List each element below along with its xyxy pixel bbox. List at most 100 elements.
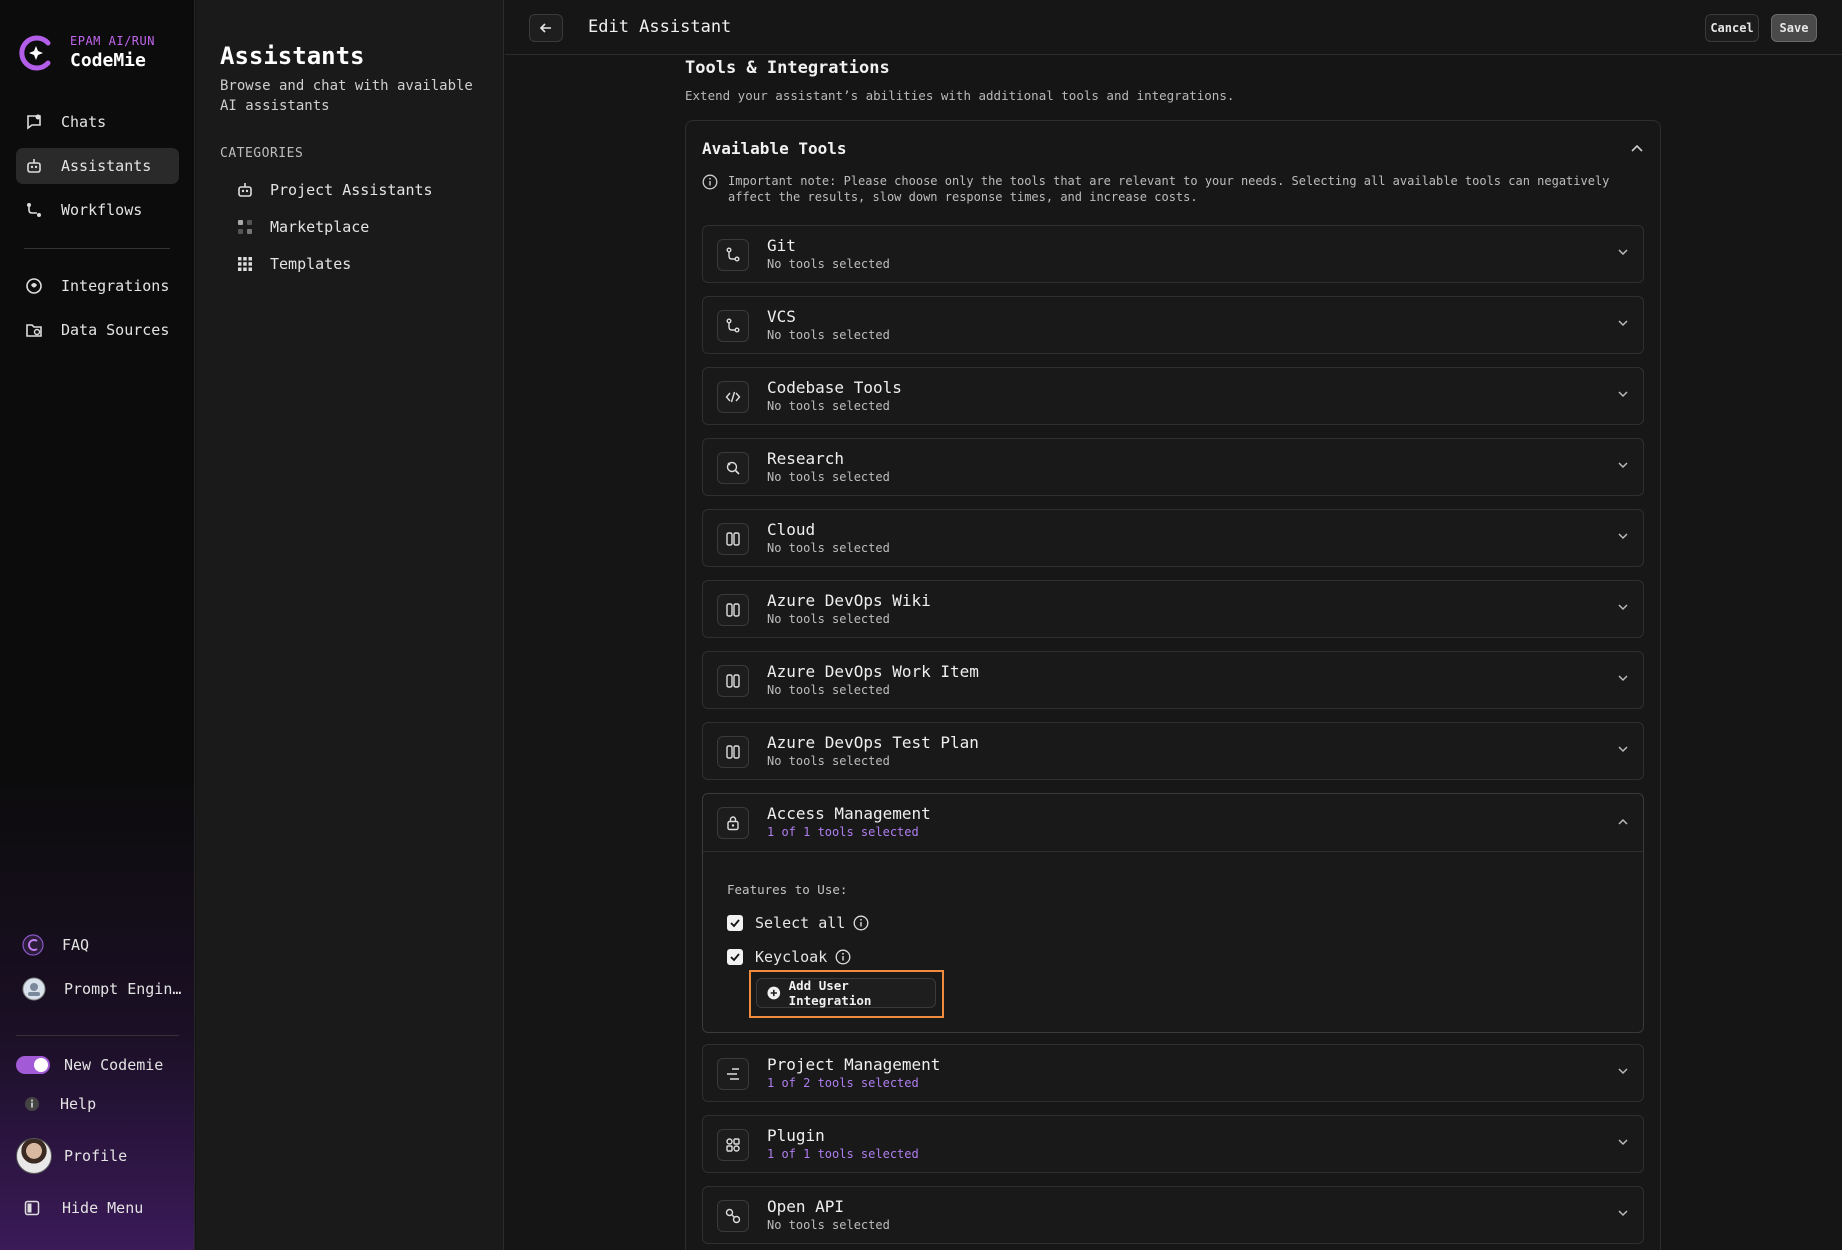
note-text: Important note: Please choose only the t… [728, 174, 1610, 204]
tool-row-plugin[interactable]: Plugin 1 of 1 tools selected [702, 1115, 1644, 1173]
nav-integrations-label: Integrations [61, 277, 170, 295]
hide-menu-label: Hide Menu [62, 1199, 144, 1217]
tool-row-vcs[interactable]: VCS No tools selected [702, 296, 1644, 354]
nav-data-sources[interactable]: Data Sources [16, 312, 179, 348]
columns-icon [717, 523, 749, 555]
tool-row-research[interactable]: Research No tools selected [702, 438, 1644, 496]
select-all-row[interactable]: Select all [727, 914, 869, 932]
info-icon[interactable] [853, 915, 869, 931]
tool-row-cloud[interactable]: Cloud No tools selected [702, 509, 1644, 567]
nav-workflows[interactable]: Workflows [16, 192, 179, 228]
tool-row-codebase-tools[interactable]: Codebase Tools No tools selected [702, 367, 1644, 425]
git-branch-icon [717, 310, 749, 342]
tool-status: 1 of 1 tools selected [767, 825, 919, 839]
chevron-down-icon [1618, 320, 1628, 327]
nav-prompt-label: Prompt Engin… [64, 980, 182, 998]
hide-menu-button[interactable]: Hide Menu [16, 1190, 179, 1226]
category-marketplace[interactable]: Marketplace [236, 218, 369, 236]
tool-name: VCS [767, 307, 796, 326]
page-title: Edit Assistant [588, 17, 732, 37]
api-icon [717, 1200, 749, 1232]
info-icon[interactable] [835, 949, 851, 965]
save-button[interactable]: Save [1771, 14, 1817, 42]
categories-heading: CATEGORIES [220, 146, 304, 161]
new-codemie-toggle-row[interactable]: New Codemie [16, 1047, 179, 1083]
plugin-icon [717, 1129, 749, 1161]
category-project-assistants[interactable]: Project Assistants [236, 181, 433, 199]
grid-icon [236, 255, 254, 273]
new-codemie-toggle[interactable] [16, 1056, 50, 1074]
tool-row-git[interactable]: Git No tools selected [702, 225, 1644, 283]
nav-assistants[interactable]: Assistants [16, 148, 179, 184]
category-label: Templates [270, 255, 352, 273]
chevron-down-icon [1618, 1068, 1628, 1075]
nav-faq[interactable]: FAQ [20, 927, 183, 963]
tool-row-open-api[interactable]: Open API No tools selected [702, 1186, 1644, 1244]
nav-workflows-label: Workflows [61, 201, 143, 219]
tool-name: Plugin [767, 1126, 825, 1145]
tool-panel-access-management: Access Management 1 of 1 tools selected … [702, 793, 1644, 1033]
git-branch-icon [717, 239, 749, 271]
tool-name: Project Management [767, 1055, 941, 1074]
select-all-checkbox[interactable] [727, 915, 743, 931]
sidebar-toggle-icon [24, 1200, 40, 1216]
access-management-header[interactable]: Access Management 1 of 1 tools selected [703, 794, 1643, 852]
cancel-button[interactable]: Cancel [1705, 14, 1759, 42]
chevron-down-icon [1618, 249, 1628, 256]
nav-help-label: Help [60, 1095, 97, 1113]
brand-name: CodeMie [70, 50, 146, 71]
nav-prompt-engineering[interactable]: Prompt Engin… [20, 971, 183, 1007]
tool-row-azure-devops-test-plan[interactable]: Azure DevOps Test Plan No tools selected [702, 722, 1644, 780]
robot-icon [236, 181, 254, 199]
nav-profile[interactable]: Profile [16, 1138, 179, 1174]
tool-status: No tools selected [767, 541, 890, 555]
check-icon [730, 919, 740, 928]
data-sources-icon [24, 320, 44, 340]
tool-status: No tools selected [767, 328, 890, 342]
tool-name: Azure DevOps Wiki [767, 591, 931, 610]
chevron-down-icon [1618, 675, 1628, 682]
chevron-down-icon [1618, 1139, 1628, 1146]
keycloak-checkbox[interactable] [727, 949, 743, 965]
category-templates[interactable]: Templates [236, 255, 351, 273]
info-icon [702, 174, 718, 190]
tool-row-azure-devops-work-item[interactable]: Azure DevOps Work Item No tools selected [702, 651, 1644, 709]
check-icon [730, 953, 740, 962]
nav-faq-label: FAQ [62, 936, 90, 954]
tool-name: Open API [767, 1197, 845, 1216]
panel-title: Assistants [220, 42, 365, 70]
tool-row-project-management[interactable]: Project Management 1 of 2 tools selected [702, 1044, 1644, 1102]
columns-icon [717, 736, 749, 768]
keycloak-row[interactable]: Keycloak [727, 948, 851, 966]
category-label: Marketplace [270, 218, 370, 236]
marketplace-icon [236, 218, 254, 236]
code-icon [717, 381, 749, 413]
tool-row-azure-devops-wiki[interactable]: Azure DevOps Wiki No tools selected [702, 580, 1644, 638]
chevron-up-icon[interactable] [1630, 143, 1644, 153]
important-note: Important note: Please choose only the t… [702, 173, 1642, 205]
tool-status: 1 of 1 tools selected [767, 1147, 919, 1161]
tool-name: Git [767, 236, 796, 255]
tool-status: No tools selected [767, 470, 890, 484]
chevron-down-icon [1618, 746, 1628, 753]
arrow-left-icon [539, 23, 551, 33]
nav-help[interactable]: Help [20, 1086, 183, 1122]
tool-status: No tools selected [767, 257, 890, 271]
chevron-down-icon [1618, 462, 1628, 469]
brand-logo[interactable]: EPAM AI/RUN CodeMie [18, 34, 155, 71]
main-sidebar: EPAM AI/RUN CodeMie Chats Assistants Wor… [0, 0, 195, 1250]
categories-panel: Assistants Browse and chat with availabl… [196, 0, 504, 1250]
nav-assistants-label: Assistants [61, 157, 152, 175]
tool-status: No tools selected [767, 1218, 890, 1232]
keycloak-label: Keycloak [755, 948, 828, 966]
back-button[interactable] [529, 14, 563, 42]
new-codemie-label: New Codemie [64, 1056, 164, 1074]
tool-name: Azure DevOps Work Item [767, 662, 979, 681]
list-icon [717, 1058, 749, 1090]
sidebar-divider-bottom [16, 1035, 179, 1036]
tool-name: Cloud [767, 520, 816, 539]
tool-name: Research [767, 449, 845, 468]
add-user-integration-button[interactable]: Add User Integration [756, 978, 936, 1008]
nav-integrations[interactable]: Integrations [16, 268, 179, 304]
nav-chats[interactable]: Chats [16, 104, 179, 140]
